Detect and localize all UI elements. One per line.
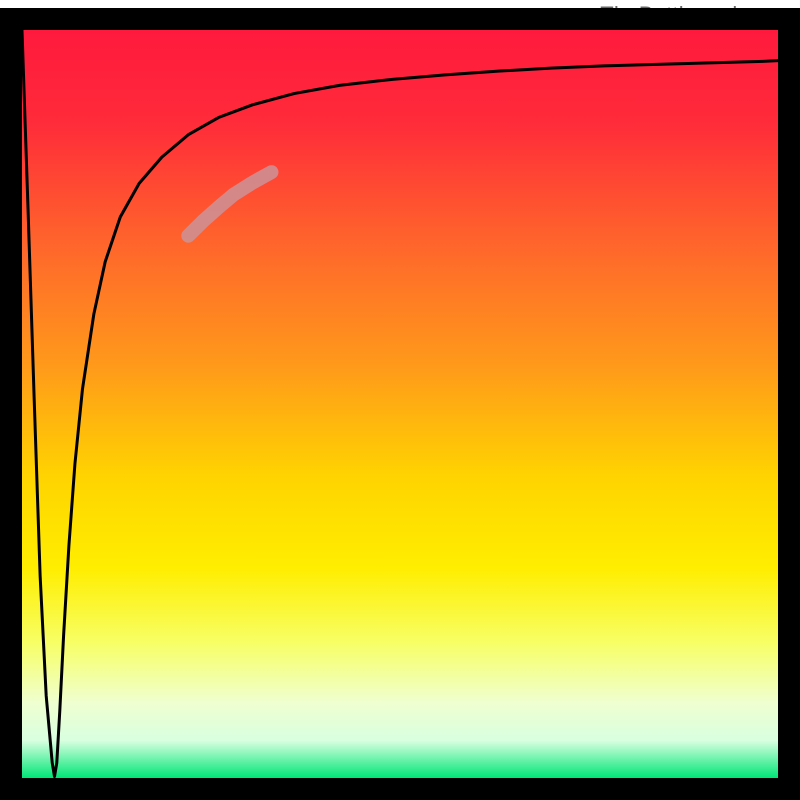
chart-svg <box>0 0 800 800</box>
chart-background <box>22 30 778 778</box>
chart-container: TheBottleneck.com <box>0 0 800 800</box>
